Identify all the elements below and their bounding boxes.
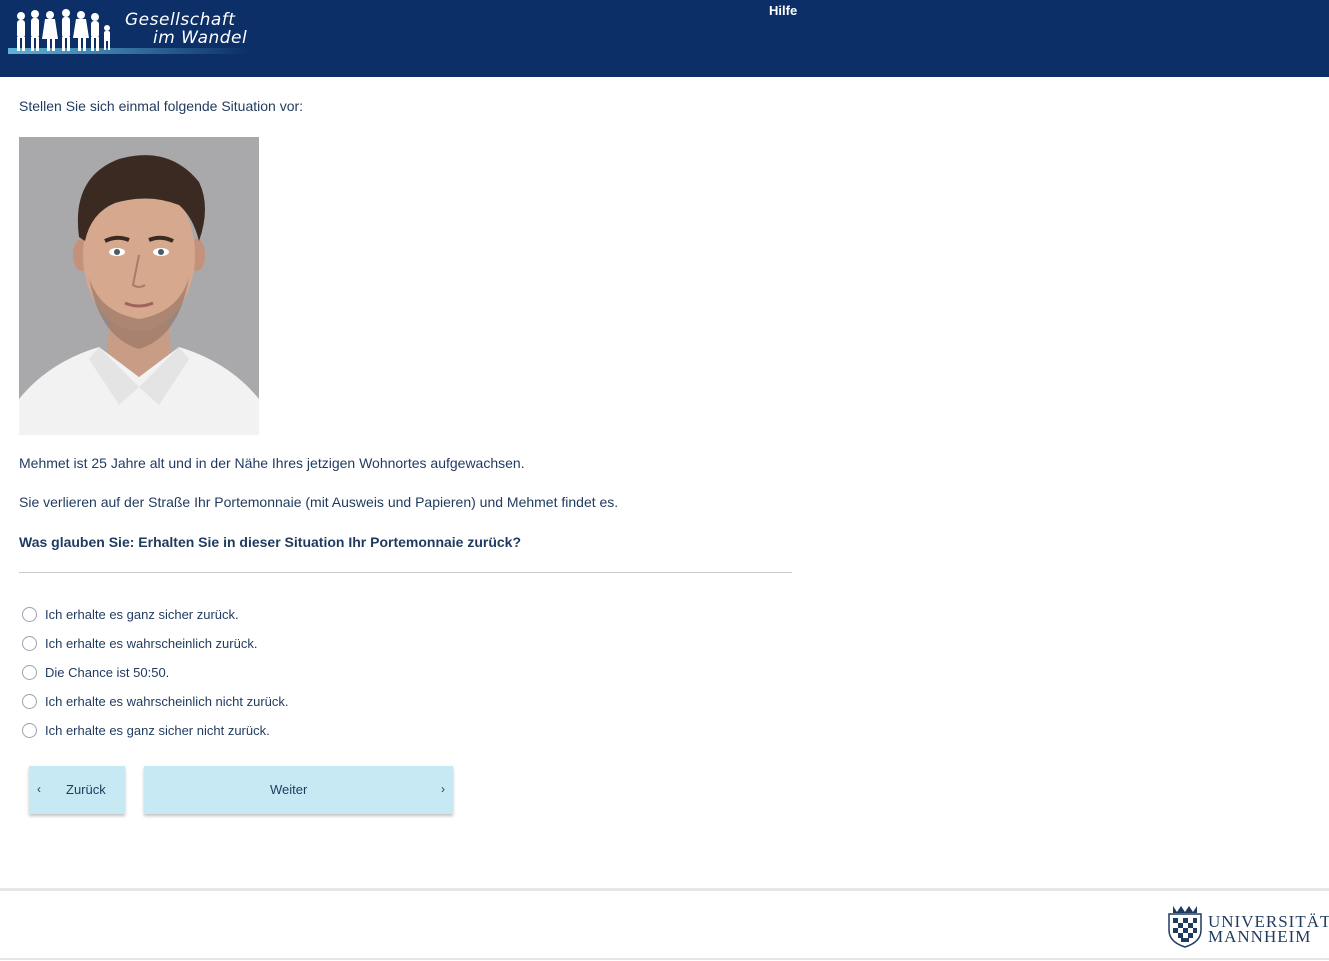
answer-option-4[interactable]: Ich erhalte es wahrscheinlich nicht zurü…: [22, 691, 289, 711]
answer-option-label: Ich erhalte es ganz sicher zurück.: [45, 606, 239, 622]
logo-title-line1: Gesellschaft: [125, 10, 236, 30]
universitaet-mannheim-logo: UNIVERSITÄT MANNHEIM: [1165, 904, 1329, 948]
vignette-description: Mehmet ist 25 Jahre alt und in der Nähe …: [19, 455, 525, 471]
question-text: Was glauben Sie: Erhalten Sie in dieser …: [19, 534, 522, 550]
chevron-right-icon: ›: [441, 782, 445, 796]
header-bar: Gesellschaft im Wandel Hilfe: [0, 0, 1329, 77]
back-button-label: Zurück: [66, 782, 106, 797]
radio-button[interactable]: [22, 635, 37, 651]
university-name-line2: MANNHEIM: [1208, 927, 1312, 946]
answer-option-label: Ich erhalte es wahrscheinlich nicht zurü…: [45, 693, 289, 709]
answer-option-label: Ich erhalte es ganz sicher nicht zurück.: [45, 722, 270, 738]
radio-button[interactable]: [22, 606, 37, 622]
vignette-situation: Sie verlieren auf der Straße Ihr Portemo…: [19, 494, 619, 510]
radio-button[interactable]: [22, 664, 37, 680]
radio-button[interactable]: [22, 722, 37, 738]
answer-option-label: Die Chance ist 50:50.: [45, 664, 170, 680]
help-link[interactable]: Hilfe: [769, 3, 797, 18]
chevron-left-icon: ‹: [37, 782, 41, 796]
answer-option-1[interactable]: Ich erhalte es ganz sicher zurück.: [22, 604, 239, 624]
answer-option-5[interactable]: Ich erhalte es ganz sicher nicht zurück.: [22, 720, 270, 740]
university-crest-icon: [1168, 906, 1202, 948]
footer-divider: [0, 958, 1329, 960]
next-button[interactable]: Weiter ›: [144, 766, 453, 814]
answer-option-3[interactable]: Die Chance ist 50:50.: [22, 662, 169, 682]
answer-option-label: Ich erhalte es wahrscheinlich zurück.: [45, 635, 258, 651]
radio-button[interactable]: [22, 693, 37, 709]
logo-title-line2: im Wandel: [153, 28, 248, 48]
next-button-label: Weiter: [270, 782, 308, 797]
intro-text: Stellen Sie sich einmal folgende Situati…: [19, 98, 304, 114]
gesellschaft-im-wandel-logo: Gesellschaft im Wandel: [8, 4, 250, 62]
footer: [0, 888, 1329, 961]
divider: [19, 572, 792, 573]
back-button[interactable]: ‹ Zurück: [29, 766, 125, 814]
person-portrait-image: [19, 137, 259, 435]
answer-option-2[interactable]: Ich erhalte es wahrscheinlich zurück.: [22, 633, 257, 653]
